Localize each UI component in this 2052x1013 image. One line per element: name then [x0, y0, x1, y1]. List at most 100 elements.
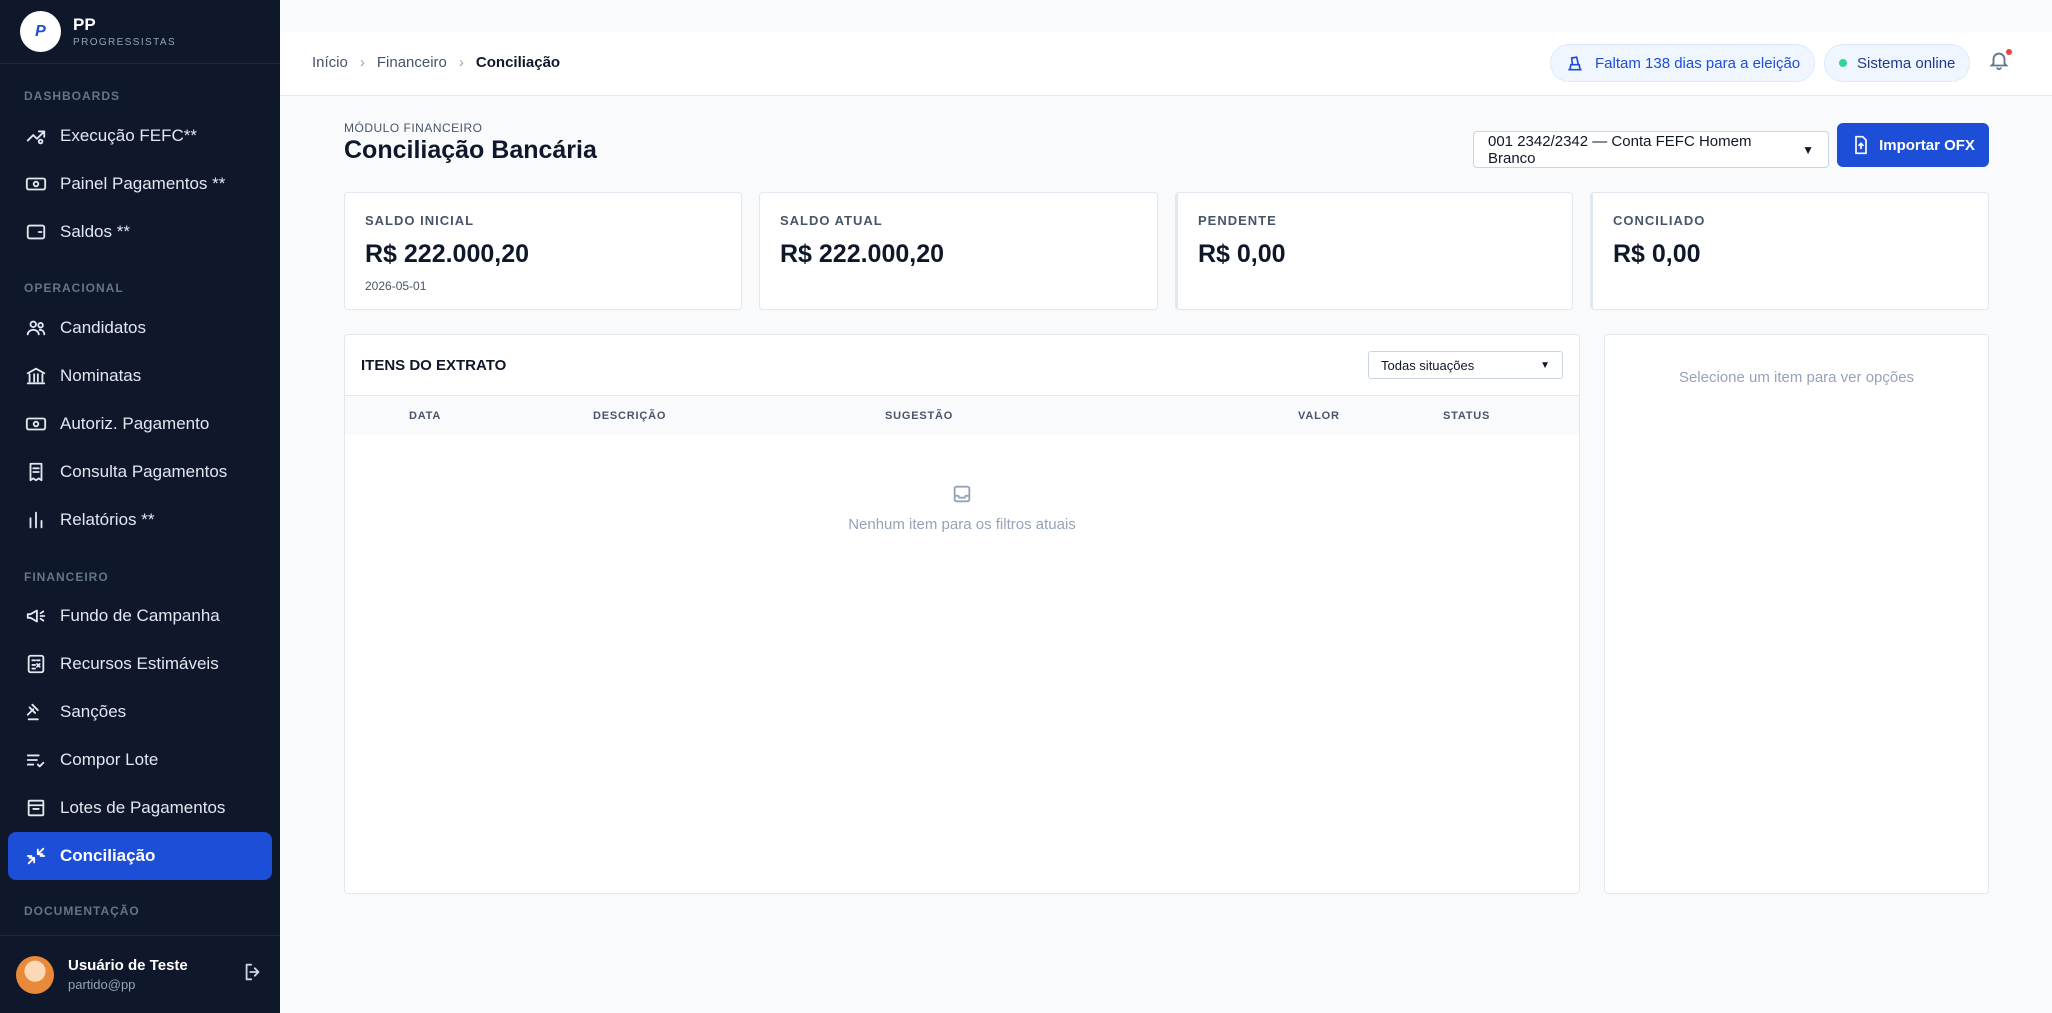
sidebar-item-label: Conciliação	[60, 846, 156, 865]
status-dot	[1839, 59, 1847, 67]
chevron-down-icon: ▼	[1540, 359, 1550, 371]
card-value: R$ 0,00	[1613, 240, 1701, 268]
sidebar-item-label: Lotes de Pagamentos	[60, 798, 226, 817]
card-value: R$ 0,00	[1198, 240, 1286, 268]
section-operacional: OPERACIONAL	[24, 281, 124, 295]
system-status-badge: Sistema online	[1824, 44, 1971, 82]
section-financeiro: FINANCEIRO	[24, 570, 109, 584]
notifications-button[interactable]	[1988, 49, 2016, 77]
users-icon	[24, 316, 48, 340]
breadcrumb-current: Conciliação	[475, 54, 561, 71]
details-hint: Selecione um item para ver opções	[1678, 369, 1915, 386]
sidebar-item-label: Painel Pagamentos **	[60, 174, 226, 193]
sidebar-item-execucao-fefc[interactable]: Execução FEFC**	[8, 112, 272, 160]
card-label: SALDO ATUAL	[780, 213, 883, 228]
sidebar-item-label: Sanções	[60, 702, 127, 721]
card-date: 2026-05-01	[365, 279, 427, 293]
brand-subtitle: PROGRESSISTAS	[73, 37, 177, 48]
sidebar-item-label: Execução FEFC**	[60, 126, 197, 145]
status-filter-select[interactable]: Todas situações ▼	[1368, 351, 1563, 379]
column-header-sugestao[interactable]: SUGESTÃO	[885, 410, 953, 422]
page-title: Conciliação Bancária	[344, 136, 597, 164]
sidebar-item-relatorios[interactable]: Relatórios **	[8, 496, 272, 544]
ballot-box-icon	[1568, 56, 1582, 71]
brand[interactable]: P PP PROGRESSISTAS	[0, 0, 280, 64]
sidebar: P PP PROGRESSISTAS DASHBOARDS Execução F…	[0, 0, 280, 1013]
sidebar-item-label: Recursos Estimáveis	[60, 654, 219, 673]
sidebar-item-candidatos[interactable]: Candidatos	[8, 304, 272, 352]
section-dashboards: DASHBOARDS	[24, 89, 121, 103]
user-box: Usuário de Teste partido@pp	[0, 935, 280, 1013]
breadcrumb-financeiro[interactable]: Financeiro	[377, 54, 447, 71]
breadcrumb: Início › Financeiro › Conciliação	[312, 54, 560, 71]
sidebar-item-label: Nominatas	[60, 366, 142, 385]
gavel-icon	[24, 700, 48, 724]
breadcrumb-inicio[interactable]: Início	[312, 54, 348, 71]
sidebar-item-label: Relatórios **	[60, 510, 155, 529]
sidebar-item-label: Fundo de Campanha	[60, 606, 220, 625]
module-label: MÓDULO FINANCEIRO	[344, 121, 483, 135]
sidebar-item-compor-lote[interactable]: Compor Lote	[8, 736, 272, 784]
receipt-icon	[24, 460, 48, 484]
file-upload-icon	[1855, 135, 1867, 155]
column-header-valor[interactable]: VALOR	[1298, 410, 1340, 422]
sidebar-item-sancoes[interactable]: Sanções	[8, 688, 272, 736]
sidebar-item-recursos-estimaveis[interactable]: Recursos Estimáveis	[8, 640, 272, 688]
sidebar-item-fundo-de-campanha[interactable]: Fundo de Campanha	[8, 592, 272, 640]
election-countdown-text: Faltam 138 dias para a eleição	[1595, 54, 1801, 72]
user-name: Usuário de Teste	[68, 957, 188, 974]
empty-state-text: Nenhum item para os filtros atuais	[848, 516, 1076, 533]
details-panel: Selecione um item para ver opções	[1604, 334, 1989, 894]
sidebar-item-label: Consulta Pagamentos	[60, 462, 228, 481]
banknote-icon	[24, 172, 48, 196]
notification-dot	[2006, 49, 2012, 55]
brand-name: PP	[73, 15, 96, 34]
election-countdown-badge: Faltam 138 dias para a eleição	[1550, 44, 1816, 82]
chevron-right-icon: ›	[458, 54, 464, 71]
column-header-descricao[interactable]: DESCRIÇÃO	[593, 410, 666, 422]
megaphone-icon	[24, 604, 48, 628]
section-documentacao: DOCUMENTAÇÃO	[24, 904, 140, 918]
sidebar-item-autoriz-pagamento[interactable]: Autoriz. Pagamento	[8, 400, 272, 448]
card-saldo-inicial: SALDO INICIAL R$ 222.000,20 2026-05-01	[344, 192, 742, 310]
sidebar-item-consulta-pagamentos[interactable]: Consulta Pagamentos	[8, 448, 272, 496]
sidebar-item-label: Compor Lote	[60, 750, 159, 769]
party-logo: P	[20, 11, 61, 52]
sidebar-item-nominatas[interactable]: Nominatas	[8, 352, 272, 400]
card-saldo-atual: SALDO ATUAL R$ 222.000,20	[759, 192, 1158, 310]
card-label: CONCILIADO	[1613, 213, 1706, 228]
topbar: Início › Financeiro › Conciliação Faltam…	[280, 32, 2052, 96]
trending-up-icon	[24, 124, 48, 148]
sidebar-item-conciliacao[interactable]: Conciliação	[8, 832, 272, 880]
column-header-status[interactable]: STATUS	[1443, 410, 1490, 422]
extract-panel: ITENS DO EXTRATO Todas situações ▼ DATA …	[344, 334, 1580, 894]
extract-title: ITENS DO EXTRATO	[361, 357, 507, 374]
list-check-icon	[24, 748, 48, 772]
card-value: R$ 222.000,20	[365, 240, 530, 268]
account-select-value: 001 2342/2342 — Conta FEFC Homem Branco	[1488, 132, 1752, 167]
card-label: PENDENTE	[1198, 213, 1277, 228]
table-header: DATA DESCRIÇÃO SUGESTÃO VALOR STATUS	[345, 395, 1579, 435]
card-value: R$ 222.000,20	[780, 240, 945, 268]
sidebar-item-saldos[interactable]: Saldos **	[8, 208, 272, 256]
status-filter-value: Todas situações	[1381, 357, 1475, 373]
column-header-data[interactable]: DATA	[409, 410, 441, 422]
import-ofx-label: Importar OFX	[1879, 136, 1975, 154]
import-ofx-button[interactable]: Importar OFX	[1837, 123, 1989, 167]
user-email: partido@pp	[68, 977, 136, 992]
empty-state: Nenhum item para os filtros atuais	[345, 483, 1579, 533]
card-conciliado: CONCILIADO R$ 0,00	[1590, 192, 1989, 310]
arrows-in-icon	[24, 844, 48, 868]
sidebar-item-lotes-de-pagamentos[interactable]: Lotes de Pagamentos	[8, 784, 272, 832]
account-select[interactable]: 001 2342/2342 — Conta FEFC Homem Branco …	[1473, 131, 1829, 168]
system-status-text: Sistema online	[1857, 54, 1956, 72]
bank-icon	[24, 364, 48, 388]
inbox-icon	[345, 483, 1579, 510]
logout-icon[interactable]	[242, 961, 264, 988]
avatar[interactable]	[16, 955, 54, 994]
chevron-down-icon: ▼	[1802, 142, 1814, 157]
calculator-icon	[24, 652, 48, 676]
chevron-right-icon: ›	[359, 54, 365, 71]
sidebar-item-painel-pagamentos[interactable]: Painel Pagamentos **	[8, 160, 272, 208]
card-pendente: PENDENTE R$ 0,00	[1175, 192, 1573, 310]
